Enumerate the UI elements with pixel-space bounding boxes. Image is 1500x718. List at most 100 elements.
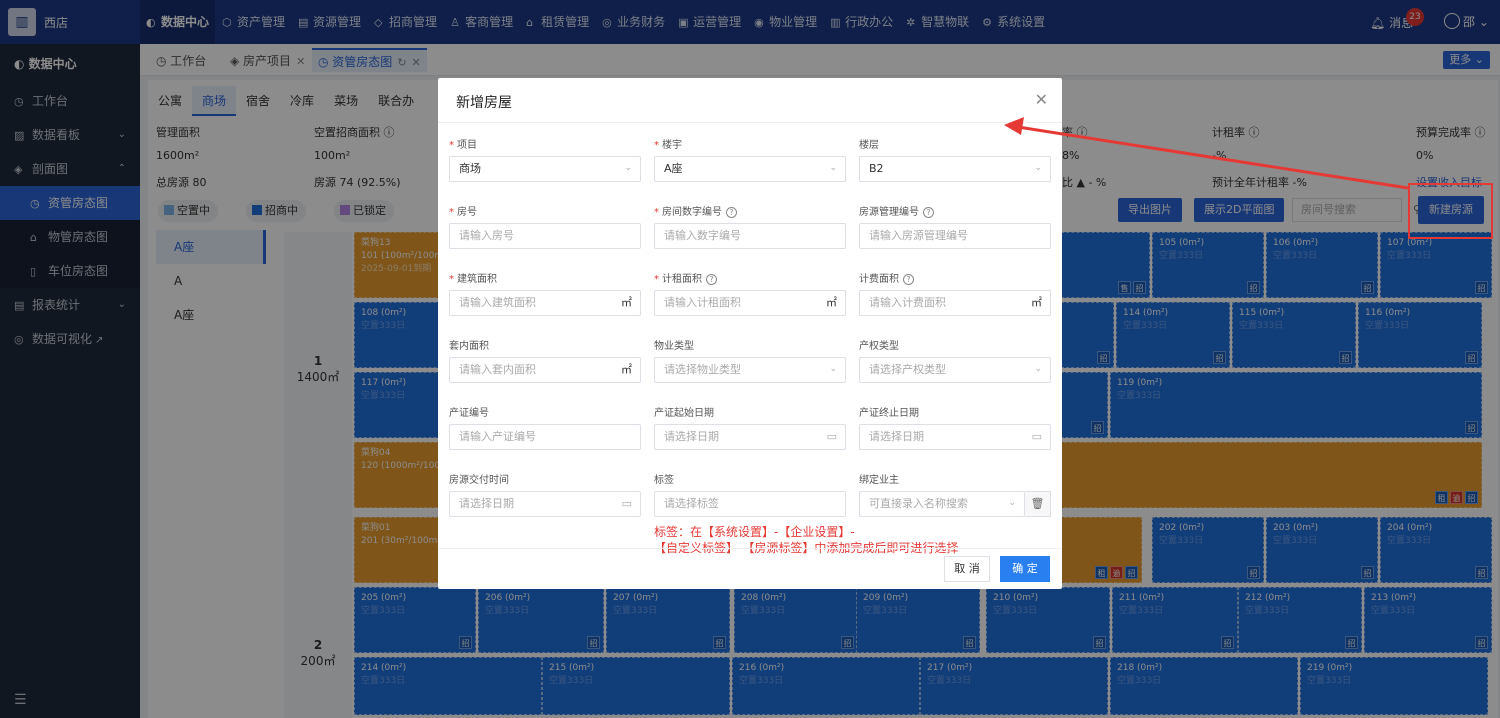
required-mark: * bbox=[449, 274, 454, 285]
chevron-down-icon: ⌄ bbox=[1034, 364, 1042, 374]
field-label-room-no: * 房号 bbox=[449, 203, 477, 218]
inner-area-input[interactable]: 请输入套内面积 ㎡ bbox=[449, 357, 641, 383]
field-label-building: * 楼宇 bbox=[654, 136, 682, 151]
input-value: 请输入房源管理编号 bbox=[869, 229, 968, 242]
field-label-rent-area: * 计租面积? bbox=[654, 270, 717, 285]
label-text: 标签 bbox=[654, 475, 674, 486]
tags-input[interactable]: 请选择标签 bbox=[654, 491, 846, 517]
label-text: 产证编号 bbox=[449, 408, 489, 419]
field-label-ownership-type: 产权类型 bbox=[859, 337, 899, 352]
field-label-floor: 楼层 bbox=[859, 136, 879, 151]
calendar-icon: ▭ bbox=[1031, 430, 1042, 443]
dialog-title: 新增房屋 bbox=[456, 95, 512, 111]
input-value: 请输入计租面积 bbox=[664, 296, 741, 309]
building-input[interactable]: A座 ⌄ bbox=[654, 156, 846, 182]
floor-input[interactable]: B2 ⌄ bbox=[859, 156, 1051, 182]
chevron-down-icon: ⌄ bbox=[1034, 163, 1042, 173]
cert-no-input[interactable]: 请输入产证编号 bbox=[449, 424, 641, 450]
field-label-cert-no: 产证编号 bbox=[449, 404, 489, 419]
required-mark: * bbox=[449, 207, 454, 218]
input-value: 请选择标签 bbox=[664, 497, 719, 510]
field-label-room-digit: * 房间数字编号? bbox=[654, 203, 737, 218]
room-digit-input[interactable]: 请输入数字编号 bbox=[654, 223, 846, 249]
tag-hint-line1: 标签：在【系统设置】-【企业设置】- bbox=[654, 525, 855, 539]
cert-start-input[interactable]: 请选择日期 ▭ bbox=[654, 424, 846, 450]
input-value: 请输入建筑面积 bbox=[459, 296, 536, 309]
field-label-building-area: * 建筑面积 bbox=[449, 270, 497, 285]
label-text: 建筑面积 bbox=[457, 274, 497, 285]
field-label-cert-start: 产证起始日期 bbox=[654, 404, 714, 419]
help-icon[interactable]: ? bbox=[903, 274, 914, 285]
input-value: 可直接录入名称搜索 bbox=[869, 497, 968, 510]
field-label-owner: 绑定业主 bbox=[859, 471, 899, 486]
input-value: A座 bbox=[664, 162, 683, 175]
input-value: 商场 bbox=[459, 162, 481, 175]
label-text: 房间数字编号 bbox=[662, 207, 722, 218]
label-text: 房源交付时间 bbox=[449, 475, 509, 486]
ownership-type-input[interactable]: 请选择产权类型 ⌄ bbox=[859, 357, 1051, 383]
delivery-time-input[interactable]: 请选择日期 ▭ bbox=[449, 491, 641, 517]
field-label-room-mgmt-no: 房源管理编号? bbox=[859, 203, 934, 218]
label-text: 计租面积 bbox=[662, 274, 702, 285]
input-value: 请选择产权类型 bbox=[869, 363, 946, 376]
highlight-frame bbox=[1408, 183, 1493, 239]
input-value: 请输入产证编号 bbox=[459, 430, 536, 443]
add-room-dialog: 新增房屋 ✕ * 项目 商场 ⌄ * 楼宇 A座 ⌄ 楼层 B2 ⌄ * 房号 请输入房号 * 房间数字编号?… bbox=[438, 78, 1062, 589]
input-value: B2 bbox=[869, 162, 884, 175]
field-label-delivery-time: 房源交付时间 bbox=[449, 471, 509, 486]
divider bbox=[438, 122, 1062, 123]
rent-area-input[interactable]: 请输入计租面积 ㎡ bbox=[654, 290, 846, 316]
input-value: 请选择日期 bbox=[664, 430, 719, 443]
label-text: 产证终止日期 bbox=[859, 408, 919, 419]
room-no-input[interactable]: 请输入房号 bbox=[449, 223, 641, 249]
confirm-button[interactable]: 确 定 bbox=[1000, 556, 1050, 582]
label-text: 楼层 bbox=[859, 140, 879, 151]
calendar-icon: ▭ bbox=[621, 497, 632, 510]
input-value: 请选择日期 bbox=[459, 497, 514, 510]
required-mark: * bbox=[654, 207, 659, 218]
calendar-icon: ▭ bbox=[826, 430, 837, 443]
property-type-input[interactable]: 请选择物业类型 ⌄ bbox=[654, 357, 846, 383]
trash-icon: 🗑︎ bbox=[1030, 497, 1045, 510]
chevron-down-icon: ⌄ bbox=[829, 364, 837, 374]
label-text: 物业类型 bbox=[654, 341, 694, 352]
input-value: 请输入套内面积 bbox=[459, 363, 536, 376]
unit-label: ㎡ bbox=[621, 296, 632, 309]
chevron-down-icon: ⌄ bbox=[624, 163, 632, 173]
close-icon[interactable]: ✕ bbox=[1035, 90, 1048, 109]
field-label-cert-end: 产证终止日期 bbox=[859, 404, 919, 419]
help-icon[interactable]: ? bbox=[726, 207, 737, 218]
label-text: 产权类型 bbox=[859, 341, 899, 352]
field-label-project: * 项目 bbox=[449, 136, 477, 151]
label-text: 产证起始日期 bbox=[654, 408, 714, 419]
input-value: 请输入数字编号 bbox=[664, 229, 741, 242]
label-text: 套内面积 bbox=[449, 341, 489, 352]
label-text: 项目 bbox=[457, 140, 477, 151]
required-mark: * bbox=[654, 140, 659, 151]
chevron-down-icon: ⌄ bbox=[1008, 498, 1016, 508]
label-text: 计费面积 bbox=[859, 274, 899, 285]
owner-input[interactable]: 可直接录入名称搜索 ⌄ bbox=[859, 491, 1025, 517]
delete-owner-button[interactable]: 🗑︎ bbox=[1025, 491, 1051, 517]
input-value: 请输入计费面积 bbox=[869, 296, 946, 309]
cert-end-input[interactable]: 请选择日期 ▭ bbox=[859, 424, 1051, 450]
fee-area-input[interactable]: 请输入计费面积 ㎡ bbox=[859, 290, 1051, 316]
unit-label: ㎡ bbox=[1031, 296, 1042, 309]
unit-label: ㎡ bbox=[621, 363, 632, 376]
label-text: 楼宇 bbox=[662, 140, 682, 151]
project-input[interactable]: 商场 ⌄ bbox=[449, 156, 641, 182]
field-label-inner-area: 套内面积 bbox=[449, 337, 489, 352]
label-text: 房号 bbox=[457, 207, 477, 218]
input-value: 请输入房号 bbox=[459, 229, 514, 242]
input-value: 请选择物业类型 bbox=[664, 363, 741, 376]
required-mark: * bbox=[449, 140, 454, 151]
field-label-tags: 标签 bbox=[654, 471, 674, 486]
input-value: 请选择日期 bbox=[869, 430, 924, 443]
room-mgmt-no-input[interactable]: 请输入房源管理编号 bbox=[859, 223, 1051, 249]
help-icon[interactable]: ? bbox=[923, 207, 934, 218]
building-area-input[interactable]: 请输入建筑面积 ㎡ bbox=[449, 290, 641, 316]
unit-label: ㎡ bbox=[826, 296, 837, 309]
chevron-down-icon: ⌄ bbox=[829, 163, 837, 173]
cancel-button[interactable]: 取 消 bbox=[944, 556, 990, 582]
help-icon[interactable]: ? bbox=[706, 274, 717, 285]
